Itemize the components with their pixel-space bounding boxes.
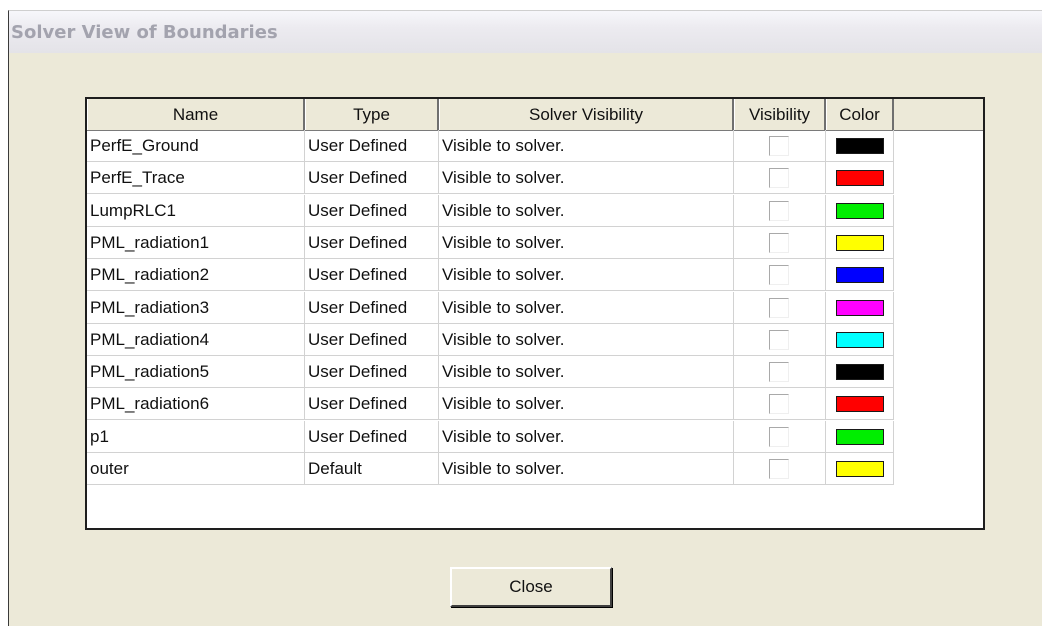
visibility-checkbox[interactable]: [769, 329, 789, 350]
cell-visibility: [734, 356, 826, 389]
cell-type: User Defined: [305, 388, 439, 421]
title-bar: Solver View of Boundaries: [9, 11, 1042, 53]
cell-solver-visibility: Visible to solver.: [439, 291, 734, 324]
cell-color: [826, 130, 894, 162]
cell-name: PML_radiation4: [87, 323, 305, 356]
cell-type: User Defined: [305, 420, 439, 453]
table-row[interactable]: p1 User Defined Visible to solver.: [87, 420, 899, 453]
color-swatch[interactable]: [836, 138, 884, 154]
cell-type: User Defined: [305, 291, 439, 324]
table-header: Name Type Solver Visibility Visibility C…: [87, 99, 983, 131]
cell-name: PML_radiation2: [87, 259, 305, 292]
boundaries-table: Name Type Solver Visibility Visibility C…: [85, 97, 985, 530]
cell-visibility: [734, 194, 826, 227]
cell-color: [826, 323, 894, 356]
cell-color: [826, 356, 894, 389]
cell-solver-visibility: Visible to solver.: [439, 259, 734, 292]
color-swatch[interactable]: [836, 461, 884, 477]
visibility-checkbox[interactable]: [769, 265, 789, 286]
cell-type: User Defined: [305, 226, 439, 259]
color-swatch[interactable]: [836, 234, 884, 251]
header-color[interactable]: Color: [826, 99, 894, 130]
cell-name: PML_radiation3: [87, 291, 305, 324]
cell-solver-visibility: Visible to solver.: [439, 226, 734, 259]
table-row[interactable]: PML_radiation5 User Defined Visible to sol…: [87, 356, 899, 389]
color-swatch[interactable]: [836, 202, 884, 219]
header-solver-visibility[interactable]: Solver Visibility: [439, 99, 734, 130]
visibility-checkbox[interactable]: [769, 459, 789, 479]
cell-color: [826, 259, 894, 292]
cell-type: User Defined: [305, 194, 439, 227]
cell-name: LumpRLC1: [87, 194, 305, 227]
header-type[interactable]: Type: [305, 99, 439, 130]
cell-name: PML_radiation5: [87, 356, 305, 389]
cell-type: User Defined: [305, 130, 439, 162]
color-swatch[interactable]: [836, 299, 884, 316]
cell-type: User Defined: [305, 323, 439, 356]
solver-view-dialog: Solver View of Boundaries Name Type Solv…: [8, 10, 1042, 626]
visibility-checkbox[interactable]: [769, 168, 789, 189]
color-swatch[interactable]: [836, 267, 884, 284]
visibility-checkbox[interactable]: [769, 394, 789, 415]
header-visibility[interactable]: Visibility: [734, 99, 826, 130]
cell-name: outer: [87, 453, 305, 485]
cell-solver-visibility: Visible to solver.: [439, 453, 734, 485]
dialog-title: Solver View of Boundaries: [11, 22, 278, 43]
visibility-checkbox[interactable]: [769, 232, 789, 253]
cell-name: PerfE_Trace: [87, 162, 305, 195]
visibility-checkbox[interactable]: [769, 362, 789, 383]
cell-visibility: [734, 291, 826, 324]
cell-color: [826, 226, 894, 259]
table-row[interactable]: outer Default Visible to solver.: [87, 453, 899, 485]
cell-color: [826, 291, 894, 324]
visibility-checkbox[interactable]: [769, 200, 789, 221]
cell-visibility: [734, 420, 826, 453]
table-row[interactable]: PML_radiation4 User Defined Visible to sol…: [87, 323, 899, 356]
table-row[interactable]: PML_radiation2 User Defined Visible to sol…: [87, 259, 899, 292]
cell-visibility: [734, 259, 826, 292]
color-swatch[interactable]: [836, 331, 884, 348]
cell-color: [826, 420, 894, 453]
cell-solver-visibility: Visible to solver.: [439, 388, 734, 421]
table-row[interactable]: PerfE_Ground User Defined Visible to solve…: [87, 130, 899, 162]
cell-name: PerfE_Ground: [87, 130, 305, 162]
close-button[interactable]: Close: [450, 567, 612, 607]
cell-visibility: [734, 130, 826, 162]
cell-color: [826, 388, 894, 421]
cell-type: User Defined: [305, 162, 439, 195]
cell-type: User Defined: [305, 356, 439, 389]
color-swatch[interactable]: [836, 396, 884, 413]
cell-name: PML_radiation6: [87, 388, 305, 421]
cell-visibility: [734, 388, 826, 421]
color-swatch[interactable]: [836, 364, 884, 381]
cell-visibility: [734, 453, 826, 485]
cell-color: [826, 453, 894, 485]
cell-solver-visibility: Visible to solver.: [439, 323, 734, 356]
cell-visibility: [734, 162, 826, 195]
cell-name: p1: [87, 420, 305, 453]
visibility-checkbox[interactable]: [769, 426, 789, 447]
cell-color: [826, 194, 894, 227]
header-name[interactable]: Name: [87, 99, 305, 130]
cell-solver-visibility: Visible to solver.: [439, 162, 734, 195]
cell-solver-visibility: Visible to solver.: [439, 356, 734, 389]
cell-solver-visibility: Visible to solver.: [439, 194, 734, 227]
cell-solver-visibility: Visible to solver.: [439, 420, 734, 453]
color-swatch[interactable]: [836, 428, 884, 445]
cell-visibility: [734, 226, 826, 259]
cell-name: PML_radiation1: [87, 226, 305, 259]
visibility-checkbox[interactable]: [769, 136, 789, 156]
table-row[interactable]: PML_radiation1 User Defined Visible to sol…: [87, 226, 899, 259]
color-swatch[interactable]: [836, 170, 884, 187]
table-row[interactable]: PML_radiation6 User Defined Visible to sol…: [87, 388, 899, 421]
table-row[interactable]: PerfE_Trace User Defined Visible to solver…: [87, 162, 899, 195]
table-row[interactable]: PML_radiation3 User Defined Visible to sol…: [87, 291, 899, 324]
visibility-checkbox[interactable]: [769, 297, 789, 318]
cell-type: User Defined: [305, 259, 439, 292]
table-row[interactable]: LumpRLC1 User Defined Visible to solver.: [87, 194, 899, 227]
cell-color: [826, 162, 894, 195]
cell-solver-visibility: Visible to solver.: [439, 130, 734, 162]
cell-type: Default: [305, 453, 439, 485]
cell-visibility: [734, 323, 826, 356]
